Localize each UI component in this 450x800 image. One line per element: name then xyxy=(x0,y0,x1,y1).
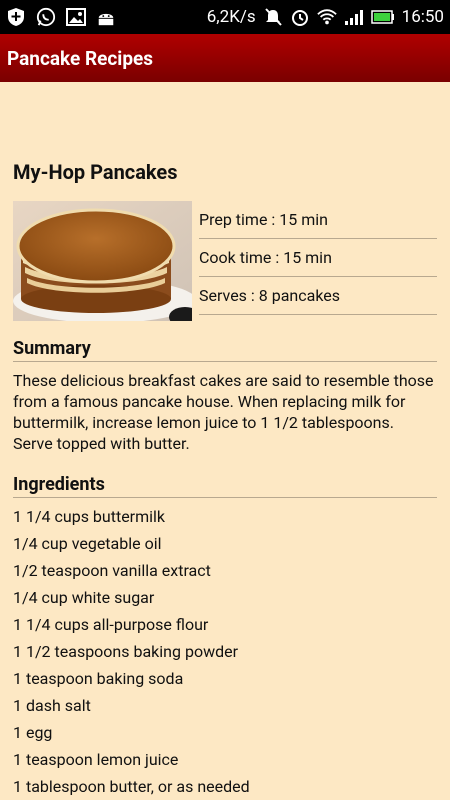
list-item: 1 egg xyxy=(13,723,53,742)
list-item: 1 1/2 teaspoons baking powder xyxy=(13,642,239,661)
action-bar: Pancake Recipes xyxy=(0,34,450,82)
prep-time: Prep time : 15 min xyxy=(199,201,437,239)
list-item: 1 dash salt xyxy=(13,696,91,715)
image-icon xyxy=(66,7,86,27)
whatsapp-icon xyxy=(36,7,56,27)
ingredients-heading: Ingredients xyxy=(13,474,437,498)
android-icon xyxy=(96,7,116,27)
pancake-photo xyxy=(13,201,192,321)
alarm-icon xyxy=(290,7,310,27)
list-item: 1/2 teaspoon vanilla extract xyxy=(13,561,211,580)
signal-icon xyxy=(344,7,364,27)
network-speed: 6,2K/s xyxy=(206,7,256,27)
cook-time: Cook time : 15 min xyxy=(199,239,437,277)
list-item: 1/4 cup vegetable oil xyxy=(13,534,162,553)
summary-heading: Summary xyxy=(13,338,437,362)
status-bar: 6,2K/s 16:50 xyxy=(0,0,450,34)
serves: Serves : 8 pancakes xyxy=(199,277,437,315)
app-title: Pancake Recipes xyxy=(7,46,154,70)
list-item: 1 tablespoon butter, or as needed xyxy=(13,777,250,796)
wifi-icon xyxy=(316,7,337,27)
recipe-facts: Prep time : 15 min Cook time : 15 min Se… xyxy=(199,201,437,315)
ingredients-list: 1 1/4 cups buttermilk 1/4 cup vegetable … xyxy=(13,503,437,800)
battery-icon xyxy=(370,7,395,27)
list-item: 1 1/4 cups buttermilk xyxy=(13,507,166,526)
shield-plus-icon xyxy=(6,7,26,27)
list-item: 1/4 cup white sugar xyxy=(13,588,155,607)
summary-text: These delicious breakfast cakes are said… xyxy=(13,371,434,453)
list-item: 1 teaspoon baking soda xyxy=(13,669,184,688)
list-item: 1 teaspoon lemon juice xyxy=(13,750,179,769)
clock: 16:50 xyxy=(401,7,444,27)
mute-icon xyxy=(263,7,283,27)
list-item: 1 1/4 cups all-purpose flour xyxy=(13,615,209,634)
recipe-title: My-Hop Pancakes xyxy=(13,160,178,184)
recipe-content[interactable]: My-Hop Pancakes Prep time : 15 min Cook … xyxy=(0,82,450,800)
